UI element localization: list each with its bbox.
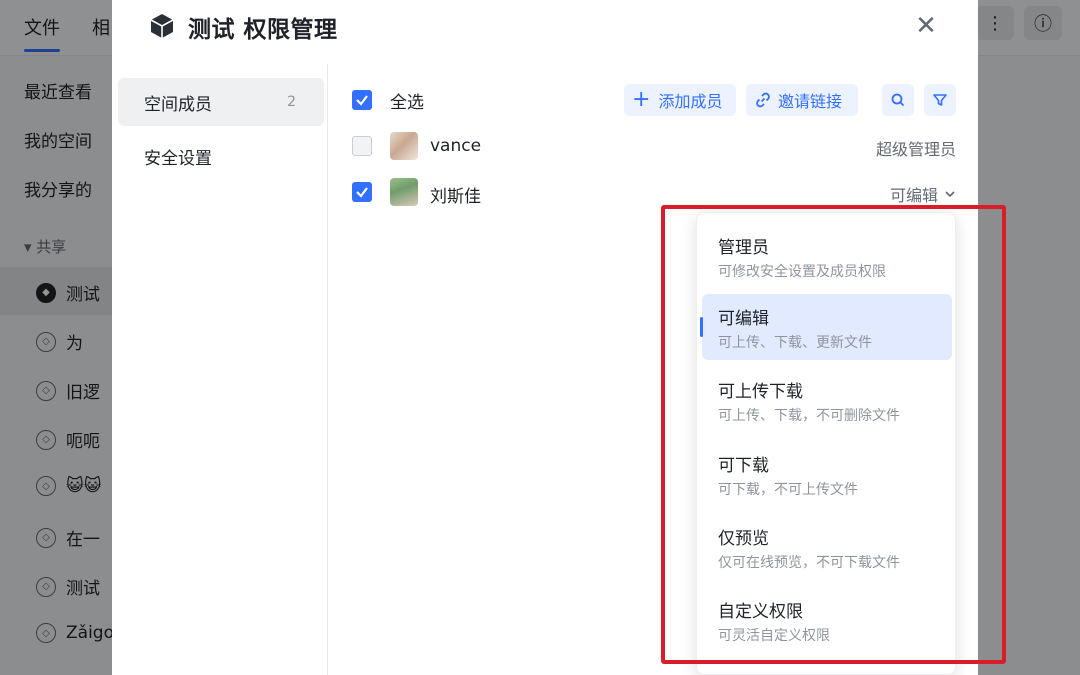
close-icon: ✕	[915, 11, 937, 41]
modal-title: 测试 权限管理	[188, 17, 338, 43]
close-button[interactable]: ✕	[910, 10, 942, 42]
member-count-badge: 2	[287, 94, 296, 110]
role-option-upload-download[interactable]: 可上传下载 可上传、下载，不可删除文件	[702, 367, 952, 433]
filter-button[interactable]	[924, 84, 956, 116]
invite-link-button[interactable]: 邀请链接	[746, 84, 858, 116]
role-option-preview-only[interactable]: 仅预览 仅可在线预览，不可下载文件	[702, 514, 952, 580]
plus-icon: +	[632, 87, 651, 112]
nav-item-security[interactable]: 安全设置	[118, 132, 324, 180]
avatar	[390, 178, 418, 206]
space-cube-icon	[150, 14, 174, 38]
member-checkbox[interactable]	[352, 182, 372, 202]
member-role-static: 超级管理员	[875, 140, 956, 159]
member-checkbox[interactable]	[352, 136, 372, 156]
search-icon	[891, 93, 905, 107]
modal-header: 测试 权限管理 ✕	[112, 0, 978, 54]
select-all-label: 全选	[390, 93, 424, 113]
check-icon	[356, 95, 368, 106]
add-member-button[interactable]: + 添加成员	[624, 84, 736, 116]
role-dropdown-menu: 管理员 可修改安全设置及成员权限 可编辑 可上传、下载、更新文件 可上传下载 可…	[696, 212, 956, 675]
role-option-download[interactable]: 可下载 可下载，不可上传文件	[702, 441, 952, 507]
role-option-admin[interactable]: 管理员 可修改安全设置及成员权限	[702, 223, 952, 289]
modal-nav: 空间成员 2 安全设置	[112, 64, 328, 675]
check-icon	[356, 187, 368, 198]
link-icon	[756, 92, 770, 108]
role-option-editable[interactable]: 可编辑 可上传、下载、更新文件	[700, 294, 952, 360]
filter-icon	[933, 94, 947, 106]
search-button[interactable]	[882, 84, 914, 116]
select-all-checkbox[interactable]	[352, 90, 372, 110]
member-name: vance	[430, 136, 482, 156]
member-name: 刘斯佳	[430, 187, 481, 207]
chevron-down-icon	[945, 191, 955, 198]
nav-item-members[interactable]: 空间成员 2	[118, 78, 324, 126]
role-option-custom[interactable]: 自定义权限 可灵活自定义权限	[702, 587, 952, 653]
avatar	[390, 132, 418, 160]
selected-indicator	[700, 317, 703, 337]
role-dropdown-trigger[interactable]: 可编辑	[890, 182, 956, 206]
